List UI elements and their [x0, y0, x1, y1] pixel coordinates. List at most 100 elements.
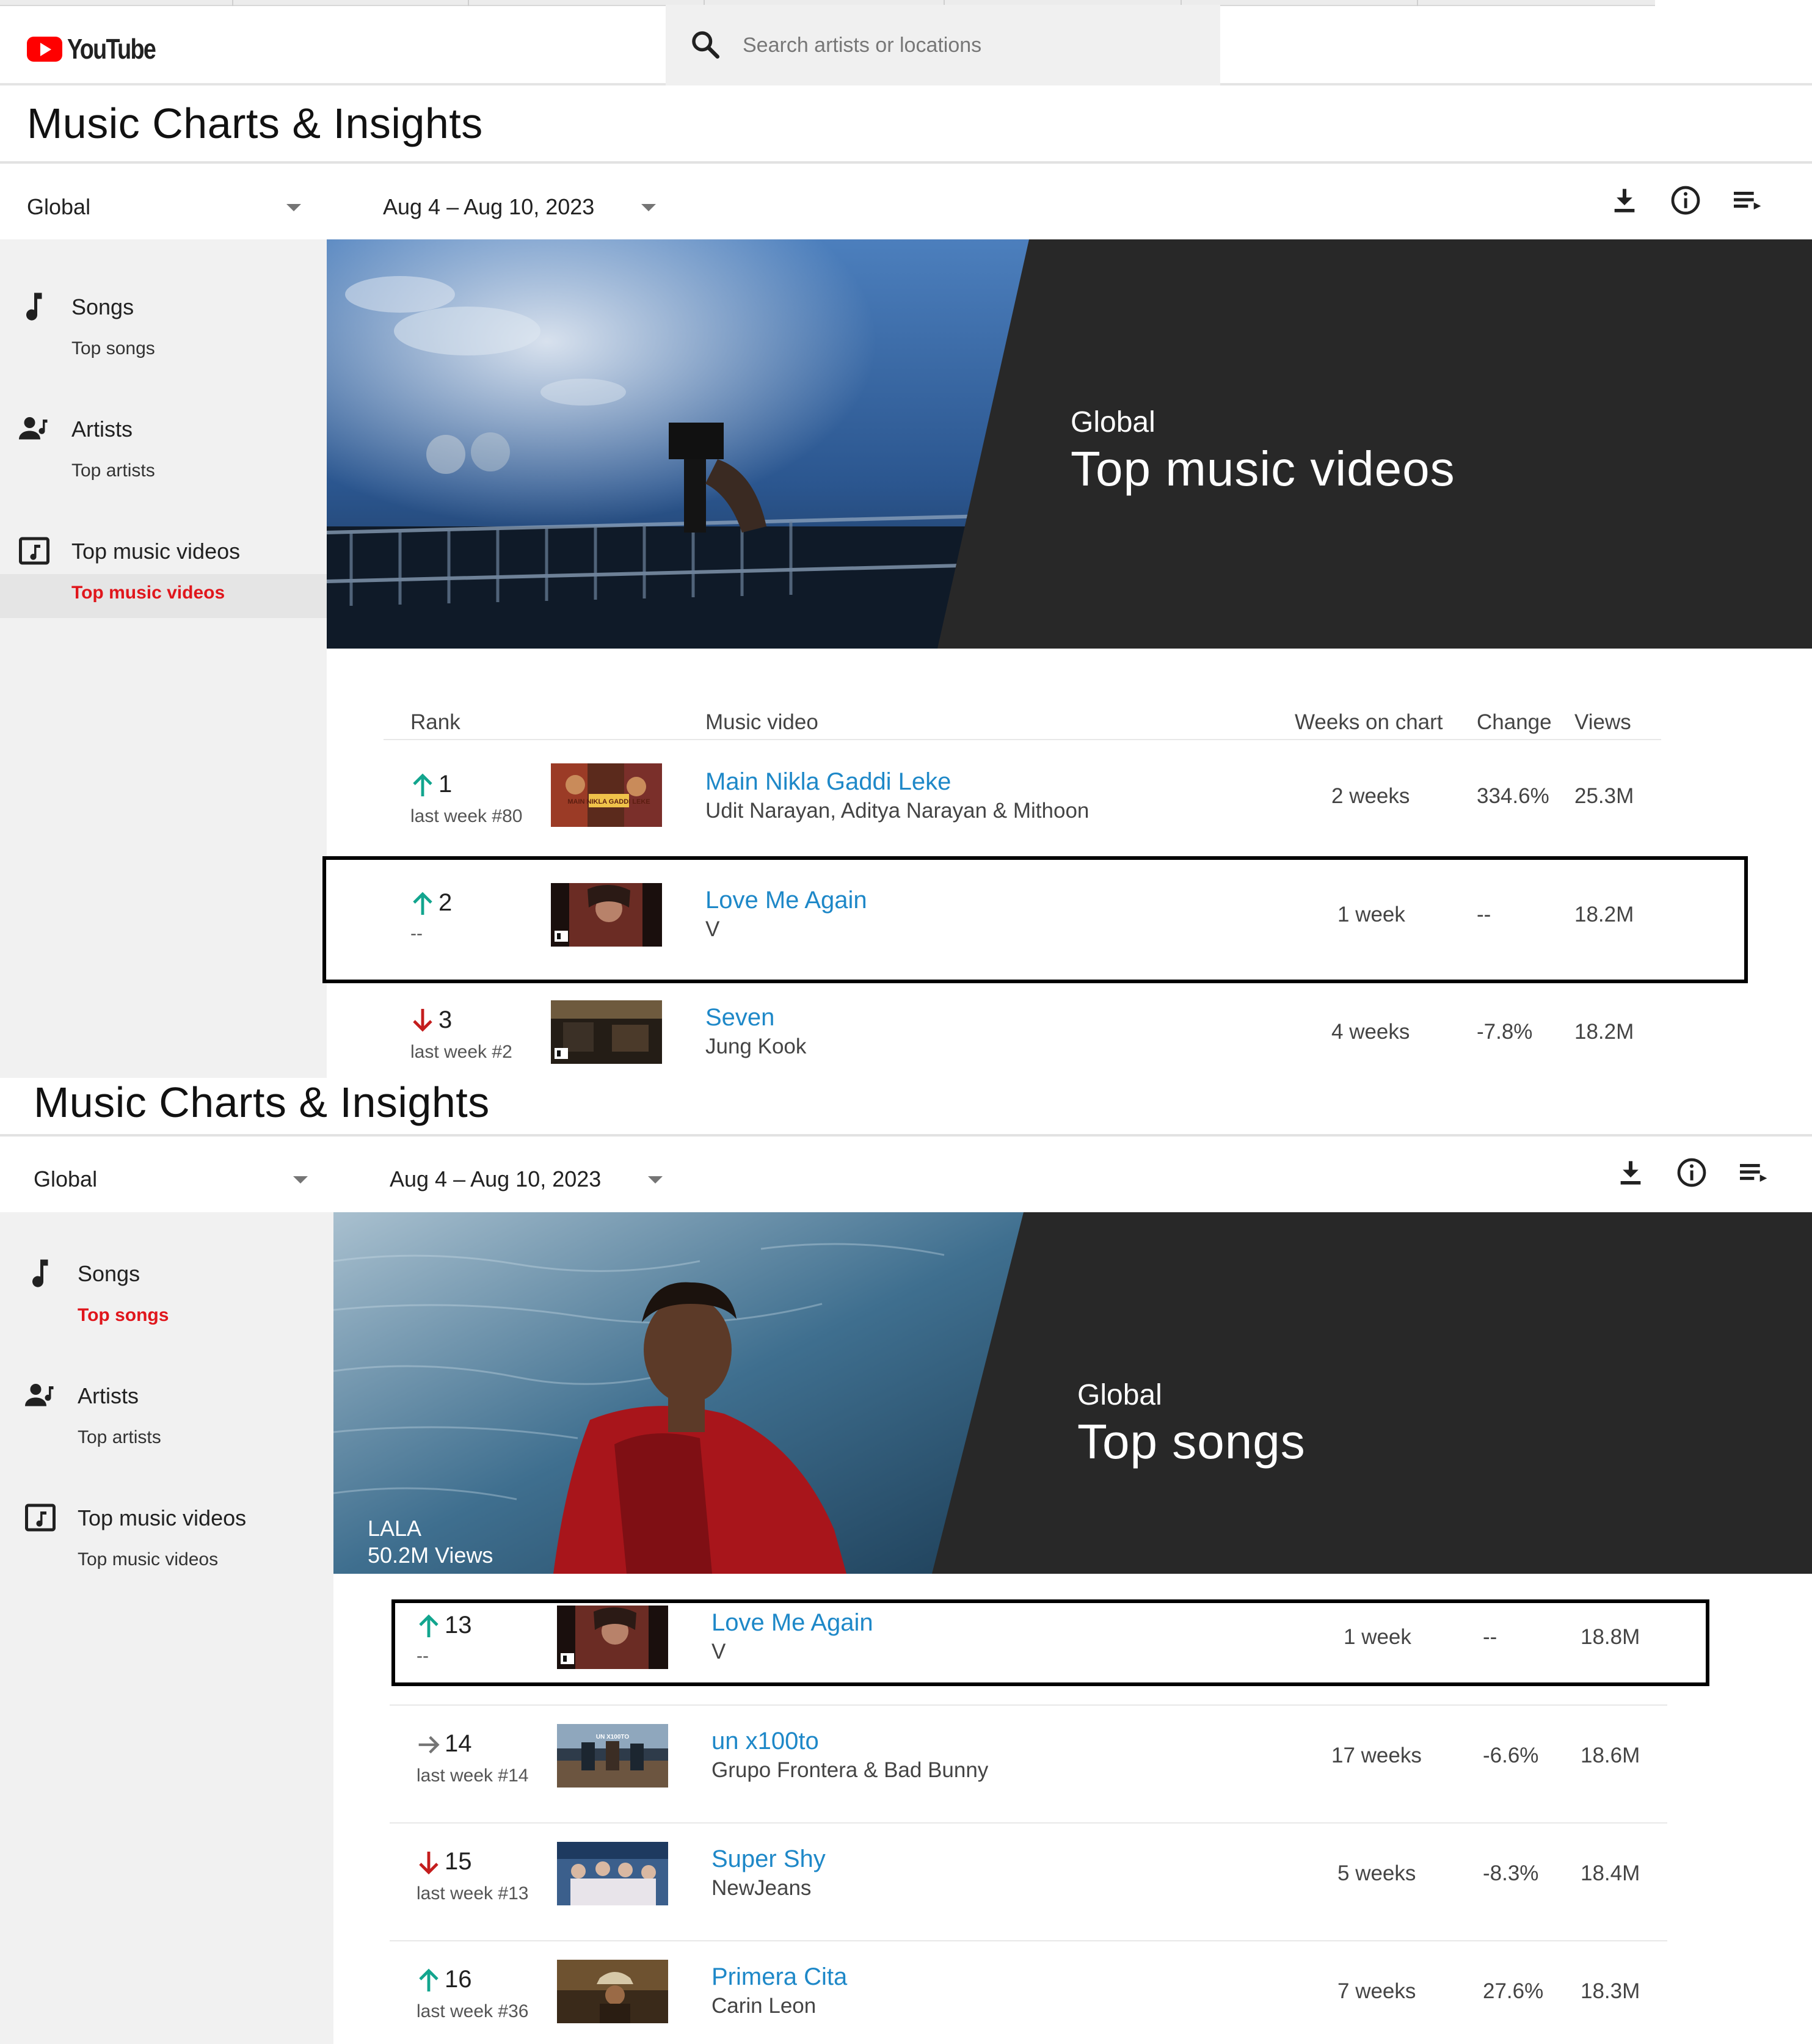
sidebar-item-songs[interactable]: Songs Top songs — [6, 1255, 333, 1340]
column-header-weeks-on-chart[interactable]: Weeks on chart — [1295, 710, 1443, 735]
last-week-rank: last week #36 — [417, 2001, 529, 2021]
table-row[interactable]: 15 last week #13 Super Shy NewJeans 5 we… — [390, 1825, 1667, 1943]
sidebar-item-label: Top music videos — [71, 539, 241, 564]
rank-number: 16 — [445, 1966, 472, 1993]
sidebar-subitem-top-songs[interactable]: Top songs — [71, 338, 155, 359]
views-count: 18.3M — [1581, 1979, 1640, 2003]
trend-down-icon — [417, 1849, 441, 1876]
search-icon[interactable] — [688, 27, 724, 64]
artist-name[interactable]: NewJeans — [711, 1876, 811, 1900]
artist-name[interactable]: Udit Narayan, Aditya Narayan & Mithoon — [705, 799, 1089, 823]
youtube-play-icon — [27, 36, 62, 62]
region-select[interactable]: Global — [34, 1166, 97, 1192]
trend-down-icon — [410, 1006, 435, 1033]
artist-name[interactable]: Jung Kook — [705, 1035, 806, 1059]
artist-icon — [16, 410, 53, 447]
views-count: 18.6M — [1581, 1744, 1640, 1767]
sidebar-item-label: Artists — [78, 1383, 139, 1408]
highlight-box — [322, 856, 1748, 983]
views-count: 18.4M — [1581, 1861, 1640, 1885]
video-thumbnail[interactable]: MAIN NIKLA GADDI LEKE — [551, 763, 662, 827]
artist-name[interactable]: Carin Leon — [711, 1994, 816, 2018]
video-title-link[interactable]: Seven — [705, 1004, 774, 1031]
sidebar-item-label: Songs — [71, 294, 134, 319]
sidebar-item-top-music-videos[interactable]: Top music videos Top music videos — [0, 533, 327, 618]
rank-number: 1 — [438, 771, 453, 798]
chevron-down-icon[interactable] — [648, 1176, 663, 1184]
video-title-link[interactable]: Super Shy — [711, 1846, 826, 1873]
charts-panel-top-songs: Music Charts & Insights Global Aug 4 – A… — [0, 1078, 1812, 2044]
sidebar-item-top-music-videos[interactable]: Top music videos Top music videos — [6, 1499, 333, 1585]
table-row[interactable]: 1 last week #80 MAIN NIKLA GADDI LEKE Ma… — [384, 741, 1661, 860]
sidebar-subitem-top-music-videos[interactable]: Top music videos — [71, 583, 225, 603]
sidebar-subitem-top-music-videos[interactable]: Top music videos — [78, 1549, 218, 1570]
date-range-select[interactable]: Aug 4 – Aug 10, 2023 — [390, 1166, 601, 1192]
banner-region: Global — [1071, 406, 1155, 438]
youtube-wordmark: YouTube — [67, 33, 156, 65]
sidebar-item-label: Artists — [71, 416, 133, 442]
sidebar-subitem-top-songs[interactable]: Top songs — [78, 1305, 169, 1326]
last-week-rank: last week #13 — [417, 1883, 529, 1904]
header-divider — [384, 739, 1661, 740]
music-video-icon — [22, 1499, 59, 1536]
weeks-on-chart: 7 weeks — [1337, 1979, 1416, 2003]
weeks-on-chart: 5 weeks — [1337, 1861, 1416, 1885]
featured-song-title[interactable]: LALA — [368, 1515, 421, 1542]
trend-up-icon — [417, 1967, 441, 1994]
svg-text:UN X100TO: UN X100TO — [596, 1734, 630, 1740]
search-box[interactable]: Search artists or locations — [666, 5, 1220, 85]
video-thumbnail[interactable] — [557, 1842, 668, 1905]
page-title: Music Charts & Insights — [27, 100, 483, 147]
info-icon[interactable] — [1668, 183, 1703, 217]
sidebar-item-artists[interactable]: Artists Top artists — [6, 1377, 333, 1463]
rank-number: 14 — [445, 1730, 472, 1757]
sidebar-subitem-top-artists[interactable]: Top artists — [78, 1427, 161, 1448]
chevron-down-icon[interactable] — [641, 204, 656, 211]
column-header-music-video: Music video — [705, 710, 818, 734]
video-thumbnail[interactable] — [551, 1000, 662, 1064]
last-week-rank: last week #14 — [417, 1766, 529, 1786]
last-week-rank: last week #80 — [410, 806, 523, 826]
youtube-logo[interactable]: YouTube — [27, 31, 175, 67]
playlist-icon[interactable] — [1730, 183, 1764, 217]
sidebar-subitem-top-artists[interactable]: Top artists — [71, 460, 155, 481]
column-header-rank[interactable]: Rank — [410, 710, 460, 735]
artist-name[interactable]: Grupo Frontera & Bad Bunny — [711, 1758, 988, 1783]
weeks-on-chart: 17 weeks — [1331, 1744, 1422, 1767]
download-icon[interactable] — [1614, 1155, 1648, 1190]
sidebar-item-songs[interactable]: Songs Top songs — [0, 288, 327, 374]
chart-banner: Global Top music videos — [327, 239, 1812, 649]
svg-text:MAIN NIKLA GADDI LEKE: MAIN NIKLA GADDI LEKE — [567, 798, 650, 806]
video-thumbnail[interactable] — [557, 1960, 668, 2023]
table-row[interactable]: 14 last week #14 UN X100TO un x100to Gru… — [390, 1707, 1667, 1825]
last-week-rank: last week #2 — [410, 1042, 512, 1062]
chevron-down-icon[interactable] — [286, 204, 301, 211]
video-title-link[interactable]: Primera Cita — [711, 1963, 847, 1991]
playlist-icon[interactable] — [1736, 1155, 1770, 1190]
banner-title: Top music videos — [1071, 442, 1455, 496]
music-note-icon — [22, 1255, 59, 1292]
date-range-select[interactable]: Aug 4 – Aug 10, 2023 — [383, 194, 594, 220]
table-row[interactable]: 3 last week #2 Seven Jung Kook 4 weeks -… — [384, 977, 1661, 1078]
region-select[interactable]: Global — [27, 194, 90, 220]
sidebar-item-artists[interactable]: Artists Top artists — [0, 410, 327, 496]
row-divider — [390, 1822, 1667, 1824]
video-thumbnail[interactable]: UN X100TO — [557, 1724, 668, 1788]
chevron-down-icon[interactable] — [293, 1176, 308, 1184]
views-count: 25.3M — [1574, 784, 1634, 808]
change-percent: -6.6% — [1483, 1744, 1539, 1767]
info-icon[interactable] — [1675, 1155, 1709, 1190]
charts-panel-top-music-videos: YouTube Search artists or locations Musi… — [0, 0, 1812, 1078]
change-percent: -7.8% — [1477, 1020, 1533, 1044]
video-title-link[interactable]: Main Nikla Gaddi Leke — [705, 768, 951, 796]
sidebar: Songs Top songs Artists Top artists Top … — [0, 239, 327, 1078]
music-video-icon — [16, 533, 53, 569]
download-icon[interactable] — [1607, 183, 1642, 217]
column-header-views[interactable]: Views — [1574, 710, 1631, 735]
search-input[interactable]: Search artists or locations — [743, 34, 981, 57]
table-row[interactable]: 16 last week #36 Primera Cita Carin Leon… — [390, 1943, 1667, 2044]
weeks-on-chart: 2 weeks — [1331, 784, 1410, 808]
video-title-link[interactable]: un x100to — [711, 1728, 819, 1755]
column-header-change[interactable]: Change — [1477, 710, 1552, 735]
page-edge — [1808, 649, 1812, 1078]
